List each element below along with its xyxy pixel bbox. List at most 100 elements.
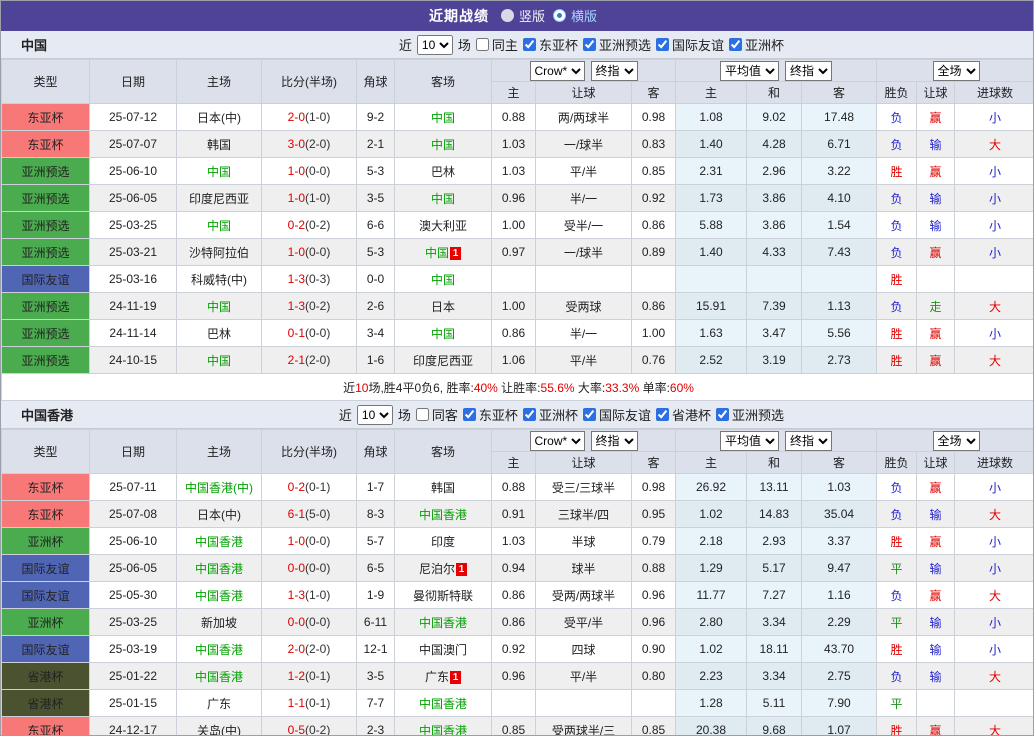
result-handicap: 赢 <box>916 473 956 501</box>
recent-count-select[interactable]: 10 <box>416 34 453 55</box>
avg-away: 7.90 <box>801 689 878 717</box>
type-badge: 省港杯 <box>1 689 90 717</box>
odds-away: 0.90 <box>630 635 677 663</box>
page-title: 近期战绩 <box>428 8 489 24</box>
type-badge: 国际友谊 <box>1 265 90 293</box>
league-checkbox-亚洲杯[interactable] <box>728 38 742 51</box>
dropdown-scope[interactable]: 全场 <box>932 430 980 451</box>
dropdown-odds-stage[interactable]: 终指 <box>590 430 638 451</box>
team-label: 中国 <box>430 191 455 206</box>
sub-col-header: 客 <box>630 451 677 474</box>
league-checkbox-亚洲杯[interactable] <box>522 408 536 421</box>
team-label: 沙特阿拉伯 <box>188 245 249 260</box>
corner-score: 2-3 <box>356 716 395 735</box>
home-team: 中国 <box>176 292 262 320</box>
match-row: 亚洲预选 24-11-14 巴林 0-1(0-0) 3-4 中国 0.86 半/一 1.00 1.… <box>1 319 1033 347</box>
team-label: 中国 <box>430 137 455 152</box>
dropdown-avg-stage[interactable]: 终指 <box>785 60 833 81</box>
avg-draw: 3.86 <box>746 211 803 239</box>
match-row: 亚洲预选 25-06-05 印度尼西亚 1-0(1-0) 3-5 中国 0.96 半/一 0.9… <box>1 184 1033 212</box>
header-group: Crow* 终指 <box>490 59 677 82</box>
team-name: 中国香港 <box>21 408 74 423</box>
avg-draw: 9.68 <box>746 716 803 735</box>
league-checkbox-东亚杯[interactable] <box>522 38 536 51</box>
dropdown-bookmaker[interactable]: Crow* <box>529 60 585 81</box>
odds-home: 0.96 <box>491 662 536 690</box>
same-venue-checkbox[interactable] <box>415 408 429 421</box>
near-label: 近 <box>398 38 412 53</box>
result-wdl: 胜 <box>876 265 918 293</box>
away-team: 中国香港 <box>394 500 492 528</box>
league-checkbox-亚洲预选[interactable] <box>715 408 729 421</box>
layout-radio-unselected[interactable]: 竖版 <box>500 6 545 25</box>
avg-draw: 2.93 <box>746 527 803 555</box>
odds-home: 1.03 <box>491 130 536 158</box>
odds-home: 1.00 <box>491 211 536 239</box>
dropdown-average[interactable]: 平均值 <box>720 430 780 451</box>
dropdown-odds-stage[interactable]: 终指 <box>590 60 638 81</box>
fulltime-score: 2-0 <box>287 110 305 124</box>
league-checkbox-东亚杯[interactable] <box>462 408 476 421</box>
sub-col-header: 和 <box>746 451 803 474</box>
result-goals: 大 <box>954 581 1033 609</box>
away-team: 印度尼西亚 <box>394 346 492 374</box>
type-badge: 亚洲预选 <box>1 184 90 212</box>
league-checkbox-国际友谊[interactable] <box>655 38 669 51</box>
type-badge: 亚洲预选 <box>1 319 90 347</box>
match-date: 24-12-17 <box>89 716 177 735</box>
result-wdl: 负 <box>876 130 918 158</box>
match-row: 亚洲预选 25-03-25 中国 0-2(0-2) 6-6 澳大利亚 1.00 受半/一 0.8… <box>1 211 1033 239</box>
fulltime-score: 1-2 <box>287 669 305 683</box>
match-score: 1-3(0-2) <box>261 292 357 320</box>
match-score: 1-0(1-0) <box>261 184 357 212</box>
recent-count-select[interactable]: 10 <box>356 404 393 425</box>
odds-away: 0.95 <box>630 500 677 528</box>
odds-away: 0.76 <box>630 346 677 374</box>
match-date: 25-06-05 <box>89 554 177 582</box>
avg-draw: 3.47 <box>746 319 803 347</box>
match-row: 亚洲预选 24-11-19 中国 1-3(0-2) 2-6 日本 1.00 受两球 0.86 15… <box>1 292 1033 320</box>
col-header: 类型 <box>1 59 90 104</box>
avg-draw <box>746 265 803 293</box>
team-label: 中国 <box>430 326 455 341</box>
type-badge: 东亚杯 <box>1 500 90 528</box>
dropdown-average[interactable]: 平均值 <box>720 60 780 81</box>
col-header: 主场 <box>176 429 262 474</box>
league-checkbox-亚洲预选[interactable] <box>582 38 596 51</box>
corner-score: 6-11 <box>356 608 395 636</box>
odds-home: 0.88 <box>491 473 536 501</box>
same-venue-checkbox[interactable] <box>475 38 489 51</box>
dropdown-bookmaker[interactable]: Crow* <box>529 430 585 451</box>
avg-draw: 3.34 <box>746 608 803 636</box>
avg-home: 1.63 <box>675 319 748 347</box>
match-score: 0-2(0-1) <box>261 473 357 501</box>
header-row-dropdowns: 类型 日期 主场 比分(半场) 角球 客场 Crow* 终指 平均值 终指 全场 <box>1 429 1033 474</box>
type-badge: 东亚杯 <box>1 716 90 735</box>
type-badge: 亚洲预选 <box>1 157 90 185</box>
match-row: 亚洲预选 25-06-10 中国 1-0(0-0) 5-3 巴林 1.03 平/半 0.85 2.… <box>1 157 1033 185</box>
result-wdl: 胜 <box>876 635 918 663</box>
match-score: 6-1(5-0) <box>261 500 357 528</box>
fulltime-score: 3-0 <box>287 137 305 151</box>
dropdown-scope[interactable]: 全场 <box>932 60 980 81</box>
league-checkbox-省港杯[interactable] <box>655 408 669 421</box>
avg-home: 1.28 <box>675 689 748 717</box>
team-label: 中国 <box>206 218 231 233</box>
league-checkbox-国际友谊[interactable] <box>582 408 596 421</box>
match-score: 2-0(2-0) <box>261 635 357 663</box>
type-badge: 亚洲杯 <box>1 527 90 555</box>
avg-away: 6.71 <box>801 130 878 158</box>
away-team: 中国 <box>394 265 492 293</box>
avg-draw: 3.34 <box>746 662 803 690</box>
layout-radio-selected[interactable]: 横版 <box>553 6 597 25</box>
result-handicap: 输 <box>916 184 956 212</box>
match-row: 国际友谊 25-06-05 中国香港 0-0(0-0) 6-5 尼泊尔 1 0.94 球半 0.8… <box>1 554 1033 582</box>
summary-stat-value: 40% <box>473 380 498 395</box>
same-venue-label: 同主 <box>491 38 518 53</box>
halftime-score: (0-2) <box>305 218 331 232</box>
odds-home: 0.86 <box>491 319 536 347</box>
dropdown-avg-stage[interactable]: 终指 <box>785 430 833 451</box>
team-label: 广东 <box>424 669 449 684</box>
match-date: 25-07-07 <box>89 130 177 158</box>
odds-home: 0.92 <box>491 635 536 663</box>
